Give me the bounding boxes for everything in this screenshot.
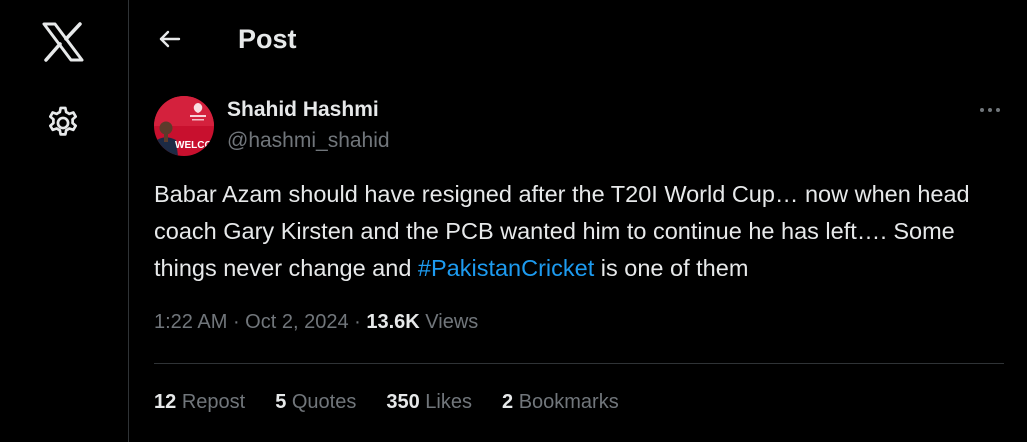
views-label: Views — [425, 311, 479, 333]
reposts-count: 12 — [154, 391, 177, 413]
x-logo-icon[interactable] — [42, 22, 84, 62]
bookmarks-count: 2 — [502, 391, 514, 413]
gear-icon[interactable] — [44, 104, 82, 142]
avatar-caption: WELCO — [175, 140, 212, 151]
post-text: Babar Azam should have resigned after th… — [154, 176, 1004, 287]
arrow-left-icon[interactable] — [155, 24, 185, 54]
quotes-count: 5 — [275, 391, 287, 413]
post-meta: 1:22 AM · Oct 2, 2024 · 13.6K Views — [154, 311, 479, 333]
post-text-part2: is one of them — [594, 255, 749, 281]
likes-stat[interactable]: 350 Likes — [386, 391, 472, 414]
post-time[interactable]: 1:22 AM — [154, 311, 227, 333]
page-title: Post — [238, 24, 297, 54]
bookmarks-label: Bookmarks — [518, 391, 619, 413]
avatar[interactable]: WELCO — [154, 96, 214, 156]
reposts-stat[interactable]: 12 Repost — [154, 391, 245, 414]
bookmarks-stat[interactable]: 2 Bookmarks — [502, 391, 619, 414]
quotes-stat[interactable]: 5 Quotes — [275, 391, 356, 414]
divider — [154, 363, 1004, 364]
hashtag-link[interactable]: #PakistanCricket — [418, 255, 594, 281]
quotes-label: Quotes — [291, 391, 357, 413]
post-date[interactable]: Oct 2, 2024 — [245, 311, 348, 333]
likes-count: 350 — [386, 391, 420, 413]
views-count: 13.6K — [366, 311, 420, 333]
more-horizontal-icon[interactable] — [975, 98, 1005, 122]
post-stats: 12 Repost 5 Quotes 350 Likes 2 Bookmarks — [154, 391, 619, 414]
author-name[interactable]: Shahid Hashmi — [227, 98, 379, 122]
author-handle[interactable]: @hashmi_shahid — [227, 129, 390, 153]
reposts-label: Repost — [181, 391, 246, 413]
sidebar — [0, 0, 129, 442]
likes-label: Likes — [425, 391, 472, 413]
post-detail-column: Post WELCO Shahid Hashmi @hashmi_shahid … — [129, 0, 1027, 442]
